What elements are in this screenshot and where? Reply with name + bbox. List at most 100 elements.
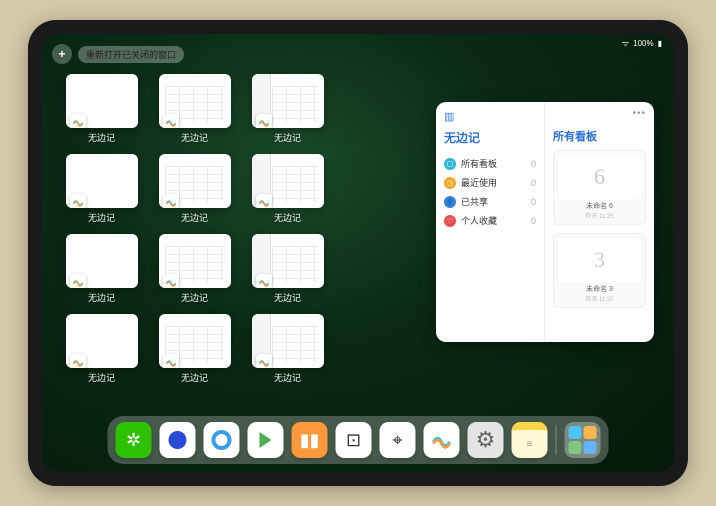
thumbnail-preview [66,74,138,128]
freeform-panel: ••• ▥ 无边记 ▢ 所有看板 0 ◷ 最近使用 0 👤 已共享 0 ♡ 个人收藏 0 所有看板 6… [436,102,654,342]
window-thumbnail[interactable]: 无边记 [155,154,234,224]
main-area: 无边记无边记无边记无边记无边记无边记无边记无边记无边记无边记无边记无边记 •••… [62,74,654,416]
thumbnail-label: 无边记 [274,211,301,224]
dock-app-notes[interactable]: ≡ [512,422,548,458]
new-window-button[interactable]: + [52,44,72,64]
freeform-app-icon [256,114,272,128]
screen: ᯤ 100% ▮ + 重新打开已关闭的窗口 无边记无边记无边记无边记无边记无边记… [42,34,674,472]
freeform-app-icon [256,194,272,208]
battery-icon: ▮ [658,39,662,48]
top-controls: + 重新打开已关闭的窗口 [52,44,184,64]
sidebar-item[interactable]: 👤 已共享 0 [444,192,536,211]
thumbnail-label: 无边记 [181,211,208,224]
board-card[interactable]: 6 未命名 6昨天 11:25 [553,150,646,225]
dock-app-play[interactable] [248,422,284,458]
dock-app-books[interactable]: ▮▮ [292,422,328,458]
thumbnail-label: 无边记 [274,131,301,144]
panel-right-title: 所有看板 [553,128,646,144]
dock: ✲ ▮▮⊡⌖ ⚙≡ [108,416,609,464]
sidebar-item[interactable]: ▢ 所有看板 0 [444,154,536,173]
sidebar-item-label: 最近使用 [461,176,497,189]
freeform-app-icon [70,114,86,128]
board-card[interactable]: 3 未命名 3昨天 11:20 [553,233,646,308]
panel-sidebar: ▥ 无边记 ▢ 所有看板 0 ◷ 最近使用 0 👤 已共享 0 ♡ 个人收藏 0 [436,102,545,342]
window-thumbnail[interactable]: 无边记 [155,234,234,304]
thumbnail-label: 无边记 [88,291,115,304]
sidebar-item-icon: ◷ [444,177,456,189]
sidebar-item-label: 所有看板 [461,157,497,170]
thumbnail-preview [252,154,324,208]
sidebar-item-count: 0 [531,197,536,207]
sidebar-toggle-icon[interactable]: ▥ [444,110,536,123]
freeform-app-icon [256,354,272,368]
window-thumbnail[interactable]: 无边记 [248,154,327,224]
more-icon[interactable]: ••• [632,108,646,119]
dock-app-quark[interactable] [160,422,196,458]
dock-app-qqbrowser[interactable] [204,422,240,458]
window-thumbnail[interactable]: 无边记 [62,234,141,304]
thumbnail-label: 无边记 [274,371,301,384]
dock-recent-apps[interactable] [565,422,601,458]
window-thumbnail[interactable]: 无边记 [248,314,327,384]
sidebar-item-label: 个人收藏 [461,214,497,227]
sidebar-item-count: 0 [531,216,536,226]
panel-title: 无边记 [444,129,536,146]
board-name: 未命名 6 [558,201,641,211]
status-bar: ᯤ 100% ▮ [622,38,662,49]
ipad-frame: ᯤ 100% ▮ + 重新打开已关闭的窗口 无边记无边记无边记无边记无边记无边记… [28,20,688,486]
thumbnail-preview [252,314,324,368]
sidebar-item-label: 已共享 [461,195,488,208]
thumbnail-label: 无边记 [88,131,115,144]
thumbnail-preview [159,74,231,128]
sidebar-item[interactable]: ◷ 最近使用 0 [444,173,536,192]
freeform-app-icon [70,274,86,288]
thumbnail-label: 无边记 [88,211,115,224]
board-preview: 6 [558,155,641,199]
sidebar-item-icon: ♡ [444,215,456,227]
sidebar-item-icon: ▢ [444,158,456,170]
window-thumbnail[interactable]: 无边记 [248,74,327,144]
thumbnail-label: 无边记 [88,371,115,384]
thumbnail-label: 无边记 [181,131,208,144]
wifi-icon: ᯤ [622,38,629,49]
dock-app-camera[interactable]: ⌖ [380,422,416,458]
freeform-app-icon [70,354,86,368]
window-thumbnail[interactable]: 无边记 [155,74,234,144]
thumbnail-label: 无边记 [181,291,208,304]
window-thumbnail[interactable]: 无边记 [62,314,141,384]
thumbnail-preview [252,74,324,128]
board-name: 未命名 3 [558,284,641,294]
board-date: 昨天 11:20 [558,294,641,303]
thumbnail-label: 无边记 [181,371,208,384]
dock-divider [556,425,557,455]
freeform-app-icon [163,114,179,128]
thumbnail-preview [66,234,138,288]
thumbnail-preview [159,154,231,208]
thumbnail-preview [66,154,138,208]
sidebar-item[interactable]: ♡ 个人收藏 0 [444,211,536,230]
board-date: 昨天 11:25 [558,211,641,220]
dock-app-settings[interactable]: ⚙ [468,422,504,458]
thumbnail-preview [252,234,324,288]
window-thumbnail[interactable]: 无边记 [155,314,234,384]
thumbnail-preview [159,314,231,368]
sidebar-item-icon: 👤 [444,196,456,208]
sidebar-item-count: 0 [531,178,536,188]
dock-app-wechat[interactable]: ✲ [116,422,152,458]
freeform-app-icon [70,194,86,208]
dock-app-dice[interactable]: ⊡ [336,422,372,458]
board-preview: 3 [558,238,641,282]
thumbnail-preview [159,234,231,288]
windows-grid: 无边记无边记无边记无边记无边记无边记无边记无边记无边记无边记无边记无边记 [62,74,420,416]
sidebar-item-count: 0 [531,159,536,169]
window-thumbnail[interactable]: 无边记 [248,234,327,304]
freeform-app-icon [163,194,179,208]
freeform-app-icon [256,274,272,288]
thumbnail-preview [66,314,138,368]
window-thumbnail[interactable]: 无边记 [62,74,141,144]
dock-app-freeform[interactable] [424,422,460,458]
reopen-closed-window-button[interactable]: 重新打开已关闭的窗口 [78,46,184,63]
thumbnail-label: 无边记 [274,291,301,304]
window-thumbnail[interactable]: 无边记 [62,154,141,224]
battery-percent: 100% [633,39,653,48]
